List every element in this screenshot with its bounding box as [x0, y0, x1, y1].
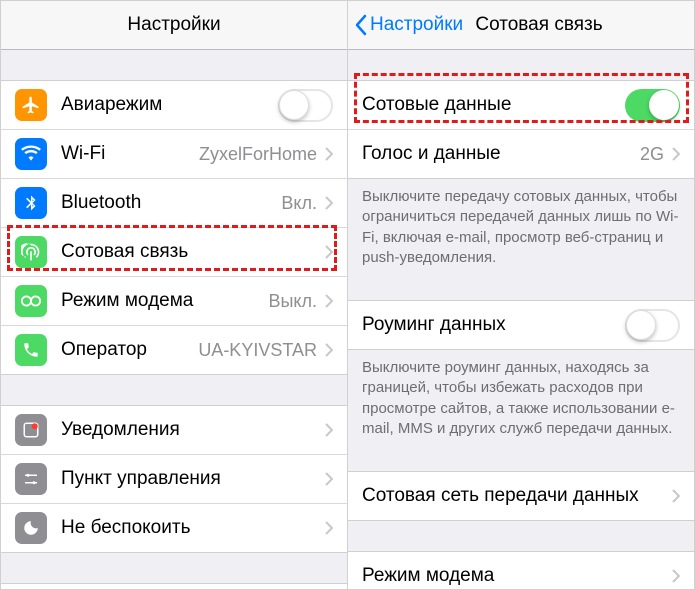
page-title: Сотовая связь — [475, 14, 602, 36]
settings-group-connectivity: Авиарежим Wi-Fi ZyxelForHome Bluetooth В… — [1, 80, 347, 375]
row-cellular[interactable]: Сотовая связь — [1, 227, 347, 276]
row-label: Голос и данные — [362, 143, 640, 165]
row-label: Не беспокоить — [61, 517, 325, 539]
cellular-pane: Настройки Сотовая связь Сотовые данные Г… — [348, 1, 694, 589]
back-button[interactable]: Настройки — [354, 14, 463, 36]
airplane-switch[interactable] — [278, 89, 333, 122]
row-voice-data[interactable]: Голос и данные 2G — [348, 129, 694, 178]
row-notifications[interactable]: Уведомления — [1, 405, 347, 454]
row-label: Сотовая связь — [61, 241, 325, 263]
chevron-right-icon — [672, 147, 680, 161]
settings-pane: Настройки Авиарежим Wi-Fi ZyxelForHome — [1, 1, 348, 589]
row-value: Выкл. — [268, 291, 317, 312]
row-value: ZyxelForHome — [199, 144, 317, 165]
row-wifi[interactable]: Wi-Fi ZyxelForHome — [1, 129, 347, 178]
notifications-icon — [15, 414, 47, 446]
cellular-content[interactable]: Сотовые данные Голос и данные 2G Выключи… — [348, 50, 694, 589]
airplane-icon — [15, 89, 47, 121]
row-label: Режим модема — [362, 565, 672, 587]
chevron-right-icon — [325, 521, 333, 535]
row-airplane[interactable]: Авиарежим — [1, 80, 347, 129]
chevron-right-icon — [325, 294, 333, 308]
chevron-right-icon — [325, 472, 333, 486]
footer-text: Выключите роуминг данных, находясь за гр… — [348, 350, 694, 453]
row-label: Пункт управления — [61, 468, 325, 490]
bluetooth-icon — [15, 187, 47, 219]
row-cellular-data[interactable]: Сотовые данные — [348, 80, 694, 129]
chevron-right-icon — [325, 245, 333, 259]
settings-group-general: Основные — [1, 583, 347, 589]
row-carrier[interactable]: Оператор UA-KYIVSTAR — [1, 325, 347, 374]
hotspot-icon — [15, 285, 47, 317]
row-value: UA-KYIVSTAR — [198, 340, 317, 361]
chevron-right-icon — [672, 489, 680, 503]
row-label: Сотовая сеть передачи данных — [362, 485, 672, 507]
row-dnd[interactable]: Не беспокоить — [1, 503, 347, 552]
row-cellular-network[interactable]: Сотовая сеть передачи данных — [348, 471, 694, 520]
row-label: Режим модема — [61, 290, 268, 312]
row-bluetooth[interactable]: Bluetooth Вкл. — [1, 178, 347, 227]
row-value: Вкл. — [281, 193, 317, 214]
row-general[interactable]: Основные — [1, 583, 347, 589]
navbar-right: Настройки Сотовая связь — [348, 1, 694, 50]
wifi-icon — [15, 138, 47, 170]
settings-group-misc: Уведомления Пункт управления Не беспокои… — [1, 405, 347, 553]
row-label: Wi-Fi — [61, 143, 199, 165]
phone-icon — [15, 334, 47, 366]
chevron-right-icon — [325, 423, 333, 437]
roaming-switch[interactable] — [625, 309, 680, 342]
cellular-icon — [15, 236, 47, 268]
row-label: Bluetooth — [61, 192, 281, 214]
chevron-right-icon — [325, 147, 333, 161]
row-label: Оператор — [61, 339, 198, 361]
row-hotspot[interactable]: Режим модема Выкл. — [1, 276, 347, 325]
control-center-icon — [15, 463, 47, 495]
row-control-center[interactable]: Пункт управления — [1, 454, 347, 503]
cellular-data-switch[interactable] — [625, 89, 680, 122]
row-label: Сотовые данные — [362, 94, 625, 116]
navbar-left: Настройки — [1, 1, 347, 50]
row-label: Уведомления — [61, 419, 325, 441]
row-label: Роуминг данных — [362, 314, 625, 336]
back-label: Настройки — [370, 14, 463, 36]
settings-list[interactable]: Авиарежим Wi-Fi ZyxelForHome Bluetooth В… — [1, 50, 347, 589]
chevron-right-icon — [325, 343, 333, 357]
row-value: 2G — [640, 144, 664, 165]
row-data-roaming[interactable]: Роуминг данных — [348, 300, 694, 349]
chevron-right-icon — [325, 196, 333, 210]
page-title: Настройки — [127, 14, 220, 36]
footer-text: Выключите передачу сотовых данных, чтобы… — [348, 179, 694, 282]
row-label: Авиарежим — [61, 94, 278, 116]
row-hotspot[interactable]: Режим модема — [348, 551, 694, 589]
chevron-left-icon — [354, 14, 368, 36]
chevron-right-icon — [672, 569, 680, 583]
moon-icon — [15, 512, 47, 544]
